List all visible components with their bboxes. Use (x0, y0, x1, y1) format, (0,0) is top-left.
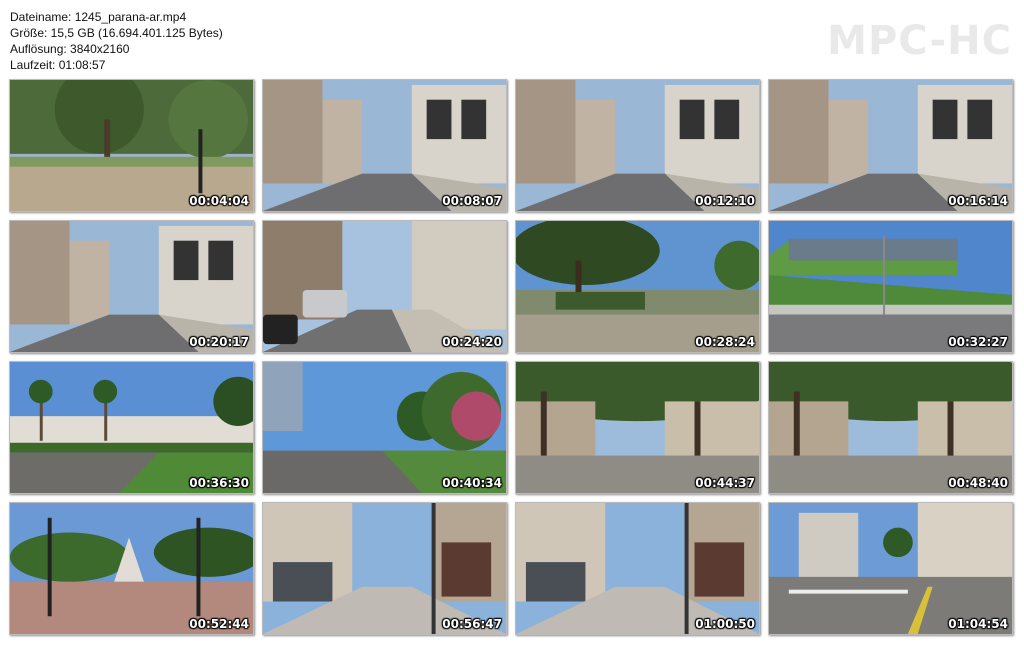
thumbnail-11[interactable]: 00:44:37 (515, 361, 760, 494)
thumbnail-image (516, 221, 759, 352)
timestamp-label: 00:20:17 (189, 335, 249, 349)
timestamp-label: 00:40:34 (442, 476, 502, 490)
thumbnail-14[interactable]: 00:56:47 (262, 502, 507, 635)
thumbnail-image (263, 362, 506, 493)
thumbnail-image (769, 80, 1012, 211)
thumbnail-image (263, 80, 506, 211)
thumbnail-4[interactable]: 00:16:14 (768, 79, 1013, 212)
thumbnail-image (10, 80, 253, 211)
timestamp-label: 00:08:07 (442, 194, 502, 208)
thumbnail-10[interactable]: 00:40:34 (262, 361, 507, 494)
thumbnail-9[interactable]: 00:36:30 (9, 361, 254, 494)
timestamp-label: 01:00:50 (695, 617, 755, 631)
thumbnail-image (769, 503, 1012, 634)
timestamp-label: 00:04:04 (189, 194, 249, 208)
thumbnail-3[interactable]: 00:12:10 (515, 79, 760, 212)
thumbnail-image (516, 80, 759, 211)
thumbnail-1[interactable]: 00:04:04 (9, 79, 254, 212)
timestamp-label: 00:28:24 (695, 335, 755, 349)
timestamp-label: 00:44:37 (695, 476, 755, 490)
thumbnail-image (10, 362, 253, 493)
timestamp-label: 00:16:14 (948, 194, 1008, 208)
thumbnail-13[interactable]: 00:52:44 (9, 502, 254, 635)
thumbnail-grid: 00:04:04 00:08:07 00:12:10 00:16:14 00:2… (9, 79, 1013, 635)
thumbnail-6[interactable]: 00:24:20 (262, 220, 507, 353)
timestamp-label: 00:24:20 (442, 335, 502, 349)
resolution-text: Auflösung: 3840x2160 (10, 42, 130, 56)
thumbnail-image (769, 362, 1012, 493)
thumbnail-16[interactable]: 01:04:54 (768, 502, 1013, 635)
thumbnail-image (769, 221, 1012, 352)
thumbnail-image (263, 503, 506, 634)
timestamp-label: 00:32:27 (948, 335, 1008, 349)
thumbnail-image (10, 503, 253, 634)
thumbnail-5[interactable]: 00:20:17 (9, 220, 254, 353)
timestamp-label: 00:56:47 (442, 617, 502, 631)
timestamp-label: 00:48:40 (948, 476, 1008, 490)
thumbnail-7[interactable]: 00:28:24 (515, 220, 760, 353)
timestamp-label: 01:04:54 (948, 617, 1008, 631)
thumbnail-image (263, 221, 506, 352)
filesize-text: Größe: 15,5 GB (16.694.401.125 Bytes) (10, 26, 223, 40)
mpc-hc-logo: MPC-HC (827, 18, 1012, 64)
file-info: Dateiname: 1245_parana-ar.mp4 Größe: 15,… (10, 9, 223, 73)
thumbnail-12[interactable]: 00:48:40 (768, 361, 1013, 494)
thumbnail-2[interactable]: 00:08:07 (262, 79, 507, 212)
thumbnail-image (516, 362, 759, 493)
timestamp-label: 00:12:10 (695, 194, 755, 208)
timestamp-label: 00:36:30 (189, 476, 249, 490)
filename-text: Dateiname: 1245_parana-ar.mp4 (10, 10, 187, 24)
duration-text: Laufzeit: 01:08:57 (10, 58, 106, 72)
thumbnail-image (516, 503, 759, 634)
thumbnail-image (10, 221, 253, 352)
timestamp-label: 00:52:44 (189, 617, 249, 631)
thumbnail-15[interactable]: 01:00:50 (515, 502, 760, 635)
thumbnail-8[interactable]: 00:32:27 (768, 220, 1013, 353)
